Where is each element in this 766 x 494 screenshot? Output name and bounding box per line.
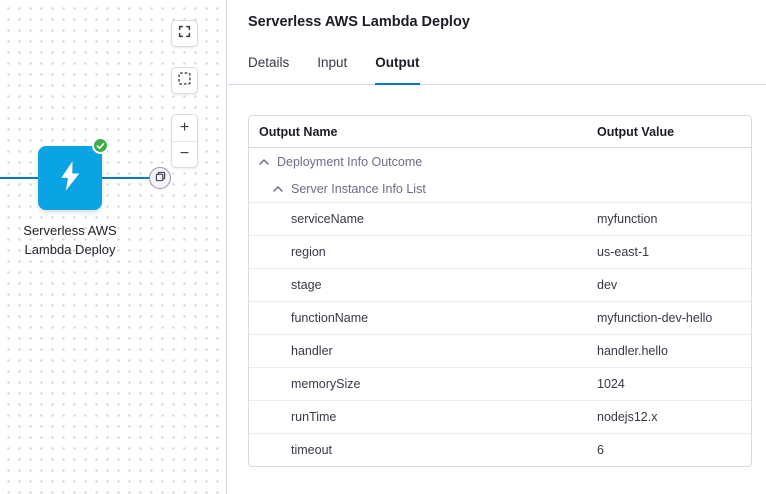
fullscreen-button[interactable] bbox=[171, 20, 198, 47]
marquee-select-button[interactable] bbox=[171, 67, 198, 94]
pipeline-canvas[interactable]: + − bbox=[0, 0, 227, 494]
output-table-header: Output Name Output Value bbox=[249, 116, 751, 148]
output-value: nodejs12.x bbox=[597, 410, 751, 424]
table-row: timeout 6 bbox=[249, 433, 751, 466]
output-table: Output Name Output Value Deployment Info… bbox=[248, 115, 752, 467]
header-output-value: Output Value bbox=[597, 125, 751, 139]
zoom-out-button[interactable]: − bbox=[172, 142, 197, 168]
table-row: functionName myfunction-dev-hello bbox=[249, 301, 751, 334]
pipeline-step-output-view: + − bbox=[0, 0, 766, 494]
table-row: handler handler.hello bbox=[249, 334, 751, 367]
fullscreen-icon bbox=[178, 25, 191, 43]
zoom-controls: + − bbox=[171, 114, 198, 168]
table-row: serviceName myfunction bbox=[249, 202, 751, 235]
step-details-panel: Serverless AWS Lambda Deploy Details Inp… bbox=[228, 0, 766, 494]
output-name: region bbox=[249, 245, 597, 259]
edge-incoming bbox=[0, 177, 38, 179]
step-success-badge bbox=[92, 137, 109, 154]
header-output-name: Output Name bbox=[249, 125, 597, 139]
output-value: myfunction-dev-hello bbox=[597, 311, 751, 325]
zoom-in-button[interactable]: + bbox=[172, 115, 197, 142]
group-label: Server Instance Info List bbox=[291, 182, 426, 196]
edge-outgoing bbox=[102, 177, 150, 179]
lambda-lightning-icon bbox=[55, 160, 85, 197]
step-template-icon bbox=[155, 169, 166, 187]
output-name: serviceName bbox=[249, 212, 597, 226]
output-value: myfunction bbox=[597, 212, 751, 226]
output-name: handler bbox=[249, 344, 597, 358]
chevron-up-icon bbox=[273, 186, 283, 192]
marquee-select-icon bbox=[178, 72, 191, 90]
check-icon bbox=[96, 137, 105, 155]
table-row: runTime nodejs12.x bbox=[249, 400, 751, 433]
table-row: memorySize 1024 bbox=[249, 367, 751, 400]
output-name: memorySize bbox=[249, 377, 597, 391]
plus-icon: + bbox=[180, 120, 189, 136]
group-server-instance-info-list[interactable]: Server Instance Info List bbox=[249, 175, 751, 202]
output-name: timeout bbox=[249, 443, 597, 457]
step-node-label: Serverless AWS Lambda Deploy bbox=[0, 221, 140, 259]
tab-bar: Details Input Output bbox=[228, 55, 766, 85]
page-title: Serverless AWS Lambda Deploy bbox=[248, 14, 470, 30]
chevron-up-icon bbox=[259, 159, 269, 165]
group-label: Deployment Info Outcome bbox=[277, 155, 422, 169]
output-value: 6 bbox=[597, 443, 751, 457]
output-name: functionName bbox=[249, 311, 597, 325]
minus-icon: − bbox=[180, 146, 189, 162]
next-node-connector[interactable] bbox=[149, 167, 171, 189]
output-value: us-east-1 bbox=[597, 245, 751, 259]
tab-input[interactable]: Input bbox=[317, 55, 347, 84]
output-value: 1024 bbox=[597, 377, 751, 391]
tab-details[interactable]: Details bbox=[248, 55, 289, 84]
group-deployment-info-outcome[interactable]: Deployment Info Outcome bbox=[249, 148, 751, 175]
serverless-lambda-step-node[interactable] bbox=[38, 146, 102, 210]
output-value: handler.hello bbox=[597, 344, 751, 358]
output-name: runTime bbox=[249, 410, 597, 424]
table-row: stage dev bbox=[249, 268, 751, 301]
output-value: dev bbox=[597, 278, 751, 292]
table-row: region us-east-1 bbox=[249, 235, 751, 268]
output-name: stage bbox=[249, 278, 597, 292]
tab-output[interactable]: Output bbox=[375, 55, 419, 85]
